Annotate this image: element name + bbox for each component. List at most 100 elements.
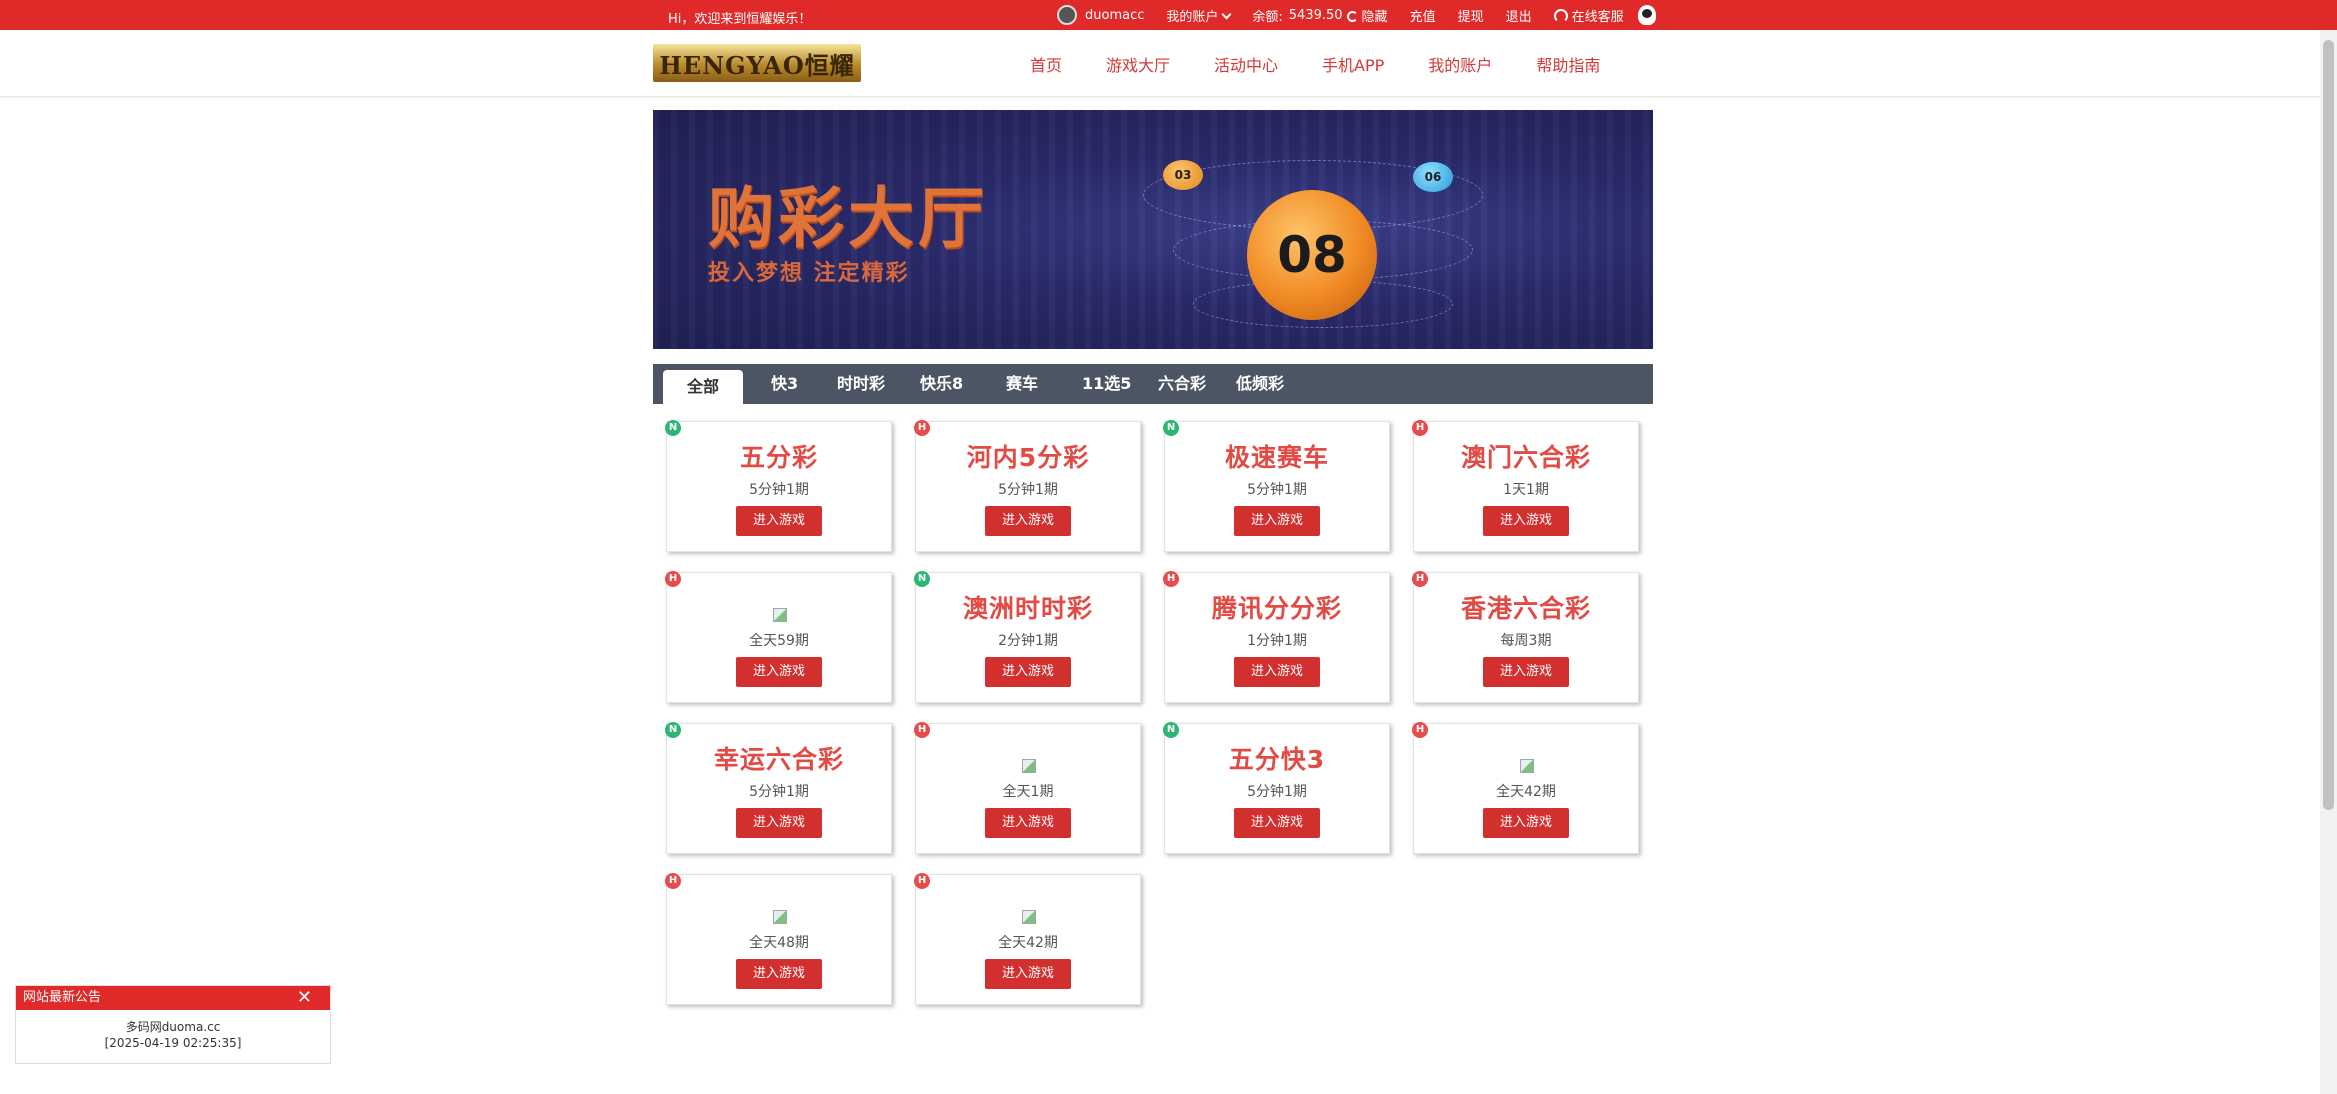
game-title: 香港六合彩: [1460, 594, 1591, 623]
enter-game-button[interactable]: 进入游戏: [736, 808, 822, 838]
broken-image-icon: [773, 910, 787, 924]
nav-game-hall[interactable]: 游戏大厅: [1106, 52, 1170, 76]
user-avatar[interactable]: [1057, 5, 1077, 25]
page-scrollbar[interactable]: [2320, 30, 2337, 1094]
game-title: 腾讯分分彩: [1211, 594, 1342, 623]
top-bar-right: duomacc 我的账户 余额: 5439.50 隐藏 充值 提现 退出 在线客…: [1057, 0, 1656, 30]
enter-game-button[interactable]: 进入游戏: [1234, 657, 1320, 687]
category-tabs: 全部 快3 时时彩 快乐8 赛车 11选5 六合彩 低频彩: [653, 364, 1653, 404]
announcement-message[interactable]: 多码网duoma.cc: [16, 1019, 330, 1035]
game-title: 澳门六合彩: [1460, 443, 1591, 472]
tab-kl8[interactable]: 快乐8: [920, 364, 963, 404]
welcome-text: Hi，欢迎来到恒耀娱乐！: [668, 12, 812, 27]
new-badge: N: [1163, 722, 1179, 738]
enter-game-button[interactable]: 进入游戏: [1234, 506, 1320, 536]
enter-game-button[interactable]: 进入游戏: [1234, 808, 1320, 838]
nav-help-guide[interactable]: 帮助指南: [1536, 52, 1600, 76]
nav-activity-center[interactable]: 活动中心: [1214, 52, 1278, 76]
game-card[interactable]: H 澳门六合彩 1天1期 进入游戏: [1412, 420, 1639, 552]
online-service-link[interactable]: 在线客服: [1553, 6, 1624, 25]
game-title: 极速赛车: [1224, 443, 1329, 472]
new-badge: N: [665, 420, 681, 436]
tab-k3[interactable]: 快3: [771, 364, 798, 404]
enter-game-button[interactable]: 进入游戏: [1483, 506, 1569, 536]
announcement-header: 网站最新公告 ✕: [16, 986, 330, 1010]
game-card[interactable]: H 全天1期进入游戏: [914, 722, 1141, 854]
online-service-label: 在线客服: [1571, 9, 1624, 25]
game-card[interactable]: H 全天48期进入游戏: [665, 873, 892, 1005]
logout-link[interactable]: 退出: [1506, 6, 1532, 25]
enter-game-button[interactable]: 进入游戏: [1483, 808, 1569, 838]
enter-game-button[interactable]: 进入游戏: [985, 657, 1071, 687]
game-card[interactable]: H 腾讯分分彩 1分钟1期进入游戏: [1163, 571, 1390, 703]
game-period: 全天1期: [1002, 784, 1054, 800]
header: HENGYAO恒耀 首页 游戏大厅 活动中心 手机APP 我的账户 帮助指南: [0, 30, 2337, 97]
game-period: 全天48期: [749, 935, 809, 951]
game-card[interactable]: H 香港六合彩每周3期进入游戏: [1412, 571, 1639, 703]
game-period: 1分钟1期: [1247, 633, 1307, 649]
game-card[interactable]: N 澳洲时时彩 2分钟1期 进入游戏: [914, 571, 1141, 703]
announcement-title: 网站最新公告: [23, 990, 102, 1005]
enter-game-button[interactable]: 进入游戏: [985, 959, 1071, 989]
enter-game-button[interactable]: 进入游戏: [1483, 657, 1569, 687]
enter-game-button[interactable]: 进入游戏: [736, 657, 822, 687]
refresh-icon[interactable]: [1346, 10, 1358, 22]
hot-badge: H: [1412, 722, 1428, 738]
top-bar: Hi，欢迎来到恒耀娱乐！ duomacc 我的账户 余额: 5439.50 隐藏…: [0, 0, 2337, 30]
close-icon[interactable]: ✕: [297, 986, 312, 1010]
game-period: 5分钟1期: [1247, 784, 1307, 800]
tab-mark-six[interactable]: 六合彩: [1158, 364, 1206, 404]
enter-game-button[interactable]: 进入游戏: [736, 959, 822, 989]
nav-mobile-app[interactable]: 手机APP: [1322, 52, 1384, 76]
lottery-hall-banner: 购彩大厅 投入梦想 注定精彩 08 03 06: [653, 110, 1653, 349]
game-card[interactable]: H 全天42期进入游戏: [1412, 722, 1639, 854]
announcement-popup: 网站最新公告 ✕ 多码网duoma.cc [2025-04-19 02:25:3…: [15, 985, 331, 1064]
my-account-label: 我的账户: [1166, 9, 1219, 25]
game-period: 5分钟1期: [749, 482, 809, 498]
game-period: 5分钟1期: [998, 482, 1058, 498]
site-logo[interactable]: HENGYAO恒耀: [653, 44, 861, 82]
new-badge: N: [1163, 420, 1179, 436]
game-card[interactable]: N 极速赛车 5分钟1期进入游戏: [1163, 420, 1390, 552]
hot-badge: H: [1412, 571, 1428, 587]
qq-icon[interactable]: [1637, 5, 1656, 25]
recharge-link[interactable]: 充值: [1410, 6, 1436, 25]
main-nav: 首页 游戏大厅 活动中心 手机APP 我的账户 帮助指南: [1030, 30, 1644, 97]
scrollbar-thumb[interactable]: [2323, 40, 2334, 810]
game-period: 5分钟1期: [1247, 482, 1307, 498]
username[interactable]: duomacc: [1085, 8, 1144, 23]
hot-badge: H: [914, 420, 930, 436]
game-card[interactable]: H 全天42期 进入游戏: [914, 873, 1141, 1005]
enter-game-button[interactable]: 进入游戏: [985, 506, 1071, 536]
enter-game-button[interactable]: 进入游戏: [985, 808, 1071, 838]
announcement-time: [2025-04-19 02:25:35]: [104, 1036, 242, 1050]
tab-ssc[interactable]: 时时彩: [837, 364, 885, 404]
game-title: 幸运六合彩: [713, 745, 844, 774]
game-period: 每周3期: [1500, 633, 1552, 649]
broken-image-icon: [773, 608, 787, 622]
lottery-ball-main: 08: [1247, 190, 1377, 320]
tab-racing[interactable]: 赛车: [1006, 364, 1038, 404]
tab-all[interactable]: 全部: [663, 370, 743, 404]
game-period: 全天42期: [1496, 784, 1556, 800]
hide-balance-link[interactable]: 隐藏: [1362, 6, 1388, 25]
hot-badge: H: [665, 873, 681, 889]
game-card[interactable]: N 五分彩 5分钟1期 进入游戏: [665, 420, 892, 552]
nav-home[interactable]: 首页: [1030, 52, 1062, 76]
game-card[interactable]: H 河内5分彩 5分钟1期进入游戏: [914, 420, 1141, 552]
game-card[interactable]: N 五分快3 5分钟1期 进入游戏: [1163, 722, 1390, 854]
game-title: 河内5分彩: [966, 443, 1090, 472]
game-card[interactable]: N 幸运六合彩 5分钟1期 进入游戏: [665, 722, 892, 854]
tab-11x5[interactable]: 11选5: [1082, 364, 1131, 404]
balance-value: 5439.50: [1288, 7, 1343, 23]
game-card[interactable]: H 全天59期 进入游戏: [665, 571, 892, 703]
hot-badge: H: [1163, 571, 1179, 587]
hot-badge: H: [914, 722, 930, 738]
nav-my-account[interactable]: 我的账户: [1428, 52, 1492, 76]
game-period: 2分钟1期: [998, 633, 1058, 649]
tab-low-freq[interactable]: 低频彩: [1236, 364, 1284, 404]
hot-badge: H: [914, 873, 930, 889]
withdraw-link[interactable]: 提现: [1458, 6, 1484, 25]
my-account-dropdown[interactable]: 我的账户: [1166, 6, 1232, 25]
enter-game-button[interactable]: 进入游戏: [736, 506, 822, 536]
